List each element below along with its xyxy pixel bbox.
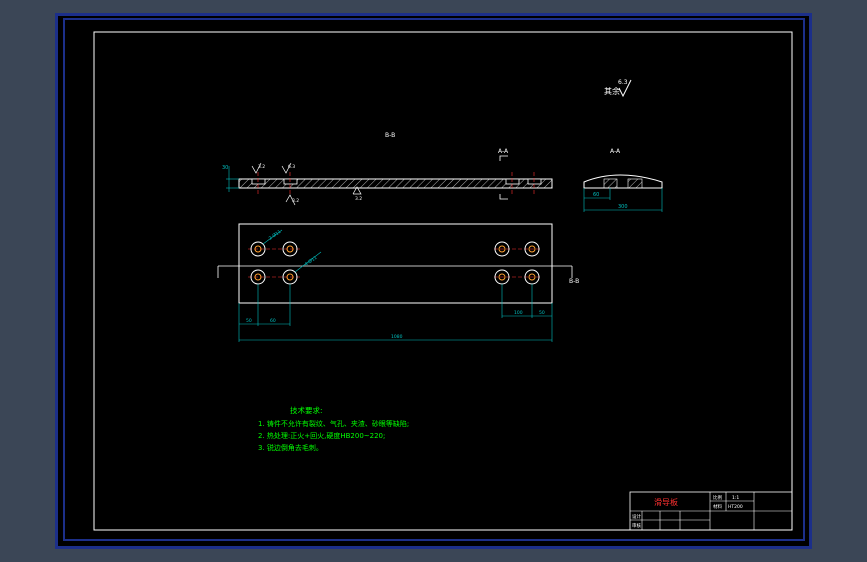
cad-viewport[interactable]: 其余 6.3 B-B A-A A-A B-B 30 3.2 6.3 3.2 3.… xyxy=(55,13,812,549)
part-name: 滑导板 xyxy=(654,497,678,507)
dim-end-mid: 60 xyxy=(270,318,276,324)
roughness-marker-3: 3.2 xyxy=(292,198,299,204)
dim-end-left: 50 xyxy=(246,318,252,324)
dim-right-edge: 50 xyxy=(539,310,545,316)
title-cell-3: 材料 xyxy=(713,503,722,510)
title-block: 滑导板 比例 1:1 材料 HT200 设计 审核 xyxy=(629,491,793,531)
dim-total-length: 1080 xyxy=(391,334,403,340)
note-item: 2. 热处理:正火+回火,硬度HB200~220; xyxy=(258,431,385,440)
title-row-design: 设计 xyxy=(632,513,641,520)
roughness-marker-2: 6.3 xyxy=(288,164,295,170)
profile-view: 60 300 xyxy=(583,174,663,212)
roughness-marker-4: 3.2 xyxy=(355,196,362,202)
title-row-check: 审核 xyxy=(632,522,641,529)
plan-view: 2-Ø11 4-Ø11 50 60 1080 100 50 xyxy=(217,223,573,342)
title-cell-2: 1:1 xyxy=(732,495,739,501)
dim-right-pitch: 100 xyxy=(514,310,523,316)
outer-frame xyxy=(63,18,805,541)
roughness-label: 其余 xyxy=(604,86,620,96)
roughness-marker-1: 3.2 xyxy=(258,164,265,170)
hole-callout-1: 2-Ø11 xyxy=(267,228,282,242)
section-label-aa-top: A-A xyxy=(498,148,509,155)
note-item: 3. 锐边倒角去毛刺。 xyxy=(258,443,323,452)
section-label-aa-right: A-A xyxy=(610,148,621,155)
section-label-bb-top: B-B xyxy=(385,132,395,139)
inner-frame xyxy=(93,31,793,531)
roughness-value: 6.3 xyxy=(618,79,628,86)
note-item: 1. 铸件不允许有裂纹、气孔、夹渣、砂眼等缺陷; xyxy=(258,419,409,428)
dim-thickness: 30 xyxy=(222,165,228,171)
dim-profile-width: 300 xyxy=(618,204,628,210)
section-view: 30 3.2 6.3 3.2 3.2 xyxy=(222,155,553,206)
notes-title: 技术要求: xyxy=(290,405,323,415)
dim-profile-left: 60 xyxy=(593,192,599,198)
roughness-symbol: 其余 6.3 xyxy=(604,79,632,98)
title-cell-1: 比例 xyxy=(713,494,722,501)
section-label-bb-side: B-B xyxy=(569,278,579,285)
title-cell-4: HT200 xyxy=(728,504,743,510)
plate-outline xyxy=(238,223,553,304)
technical-notes: 技术要求: 1. 铸件不允许有裂纹、气孔、夹渣、砂眼等缺陷; 2. 热处理:正火… xyxy=(258,405,409,452)
drawing-canvas: 其余 6.3 B-B A-A A-A B-B 30 3.2 6.3 3.2 3.… xyxy=(63,18,805,541)
